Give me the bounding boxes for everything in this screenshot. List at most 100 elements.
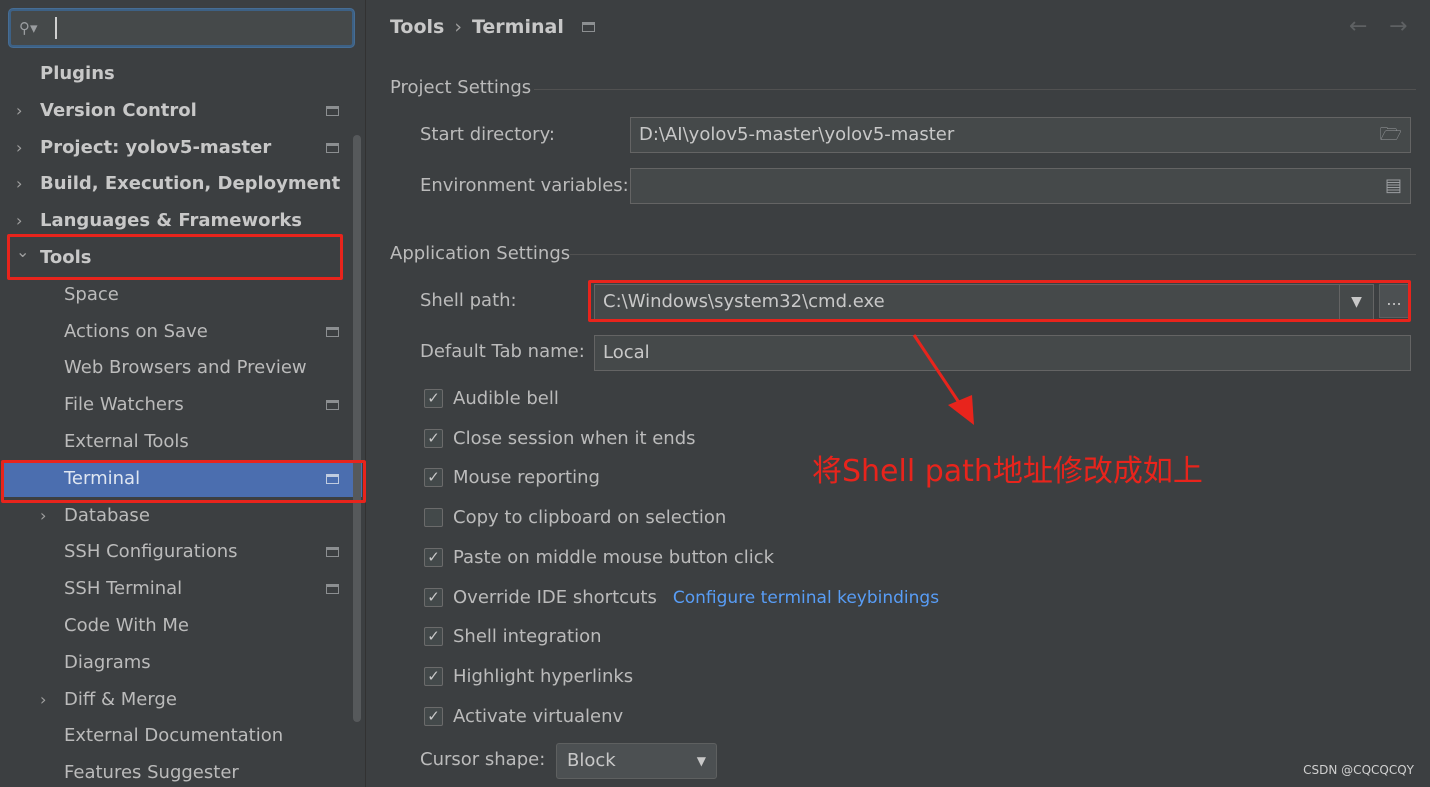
highlight-shell-path (588, 280, 1411, 322)
checkbox-label[interactable]: Override IDE shortcuts (453, 587, 657, 608)
search-input[interactable]: ⚲▾ (9, 9, 354, 47)
sidebar-item-label: External Documentation (64, 725, 284, 747)
checkbox-label[interactable]: Highlight hyperlinks (453, 666, 633, 687)
highlight-terminal (1, 460, 366, 503)
start-directory-value: D:\AI\yolov5-master\yolov5-master (639, 124, 955, 145)
sidebar-scrollbar[interactable] (353, 135, 361, 722)
highlight-tools (7, 234, 343, 280)
sidebar-item-label: Build, Execution, Deployment (40, 173, 341, 195)
sidebar-item[interactable]: Features Suggester (0, 755, 352, 787)
checkbox-label-wrap: Mouse reporting (453, 465, 600, 491)
sidebar-item[interactable]: File Watchers (0, 387, 352, 423)
sidebar-item[interactable]: External Tools (0, 424, 352, 460)
forward-arrow-icon[interactable]: → (1389, 14, 1407, 39)
breadcrumb: Tools › Terminal (390, 16, 595, 38)
folder-icon[interactable]: 🗁 (1380, 118, 1402, 152)
chevron-down-icon: ▼ (696, 754, 706, 768)
checkbox[interactable]: ✓ (424, 666, 443, 686)
project-scope-icon (326, 142, 339, 153)
application-settings-title: Application Settings (390, 243, 571, 264)
settings-content: Tools › Terminal ← → Project Settings Star… (366, 0, 1430, 787)
checkbox-label[interactable]: Copy to clipboard on selection (453, 507, 726, 528)
checkbox-label[interactable]: Mouse reporting (453, 467, 600, 488)
checkbox[interactable]: ✓ (424, 587, 443, 607)
project-scope-icon (326, 400, 339, 411)
sidebar-item[interactable]: External Documentation (0, 718, 352, 754)
checkbox-label-wrap: Copy to clipboard on selection (453, 505, 726, 531)
checkbox-label-wrap: Activate virtualenv (453, 704, 623, 730)
checkbox[interactable] (424, 508, 443, 528)
sidebar-item[interactable]: Plugins (0, 56, 352, 92)
sidebar-item[interactable]: › Build, Execution, Deployment (0, 166, 352, 202)
project-settings-title: Project Settings (390, 77, 532, 98)
environment-variables-field[interactable]: ▤ (630, 168, 1411, 204)
checkbox-label-wrap: Close session when it ends (453, 426, 696, 452)
cursor-shape-value: Block (567, 750, 616, 771)
chevron-right-icon[interactable]: › (16, 130, 32, 166)
checkbox[interactable]: ✓ (424, 706, 443, 726)
sidebar-item[interactable]: › Diff & Merge (0, 682, 352, 718)
document-icon[interactable]: ▤ (1385, 169, 1402, 203)
sidebar-item[interactable]: Code With Me (0, 608, 352, 644)
checkbox[interactable]: ✓ (424, 389, 443, 408)
project-scope-icon (326, 326, 339, 337)
project-scope-icon (326, 584, 339, 595)
sidebar-item-label: Version Control (40, 99, 197, 121)
sidebar-item[interactable]: › Version Control (0, 93, 352, 129)
sidebar-item-label: Plugins (40, 63, 115, 84)
back-arrow-icon[interactable]: ← (1349, 14, 1367, 39)
settings-sidebar: ⚲▾ Plugins › Version Control › Project: yolo… (0, 0, 366, 787)
sidebar-item-label: External Tools (64, 431, 189, 452)
section-divider (534, 89, 1416, 90)
sidebar-item[interactable]: SSH Terminal (0, 571, 352, 607)
sidebar-item-label: SSH Terminal (64, 578, 183, 600)
checkbox-label-wrap: Audible bell (453, 386, 559, 412)
chevron-right-icon[interactable]: › (40, 682, 56, 718)
annotation-text: 将Shell path地址修改成如上 (812, 454, 1203, 489)
sidebar-item[interactable]: Space (0, 277, 352, 313)
checkbox[interactable]: ✓ (424, 468, 443, 488)
checkbox-label-wrap: Paste on middle mouse button click (453, 545, 774, 571)
cursor-shape-label: Cursor shape: (420, 749, 546, 770)
chevron-right-icon[interactable]: › (16, 166, 32, 202)
checkbox-label-wrap: Shell integration (453, 624, 602, 650)
checkbox-label[interactable]: Close session when it ends (453, 428, 696, 449)
checkbox[interactable]: ✓ (424, 428, 443, 448)
annotation-arrow (912, 334, 974, 425)
sidebar-item-label: Space (64, 283, 119, 305)
sidebar-item-label: Code With Me (64, 615, 189, 636)
cursor-shape-select[interactable]: Block ▼ (556, 743, 717, 779)
sidebar-item[interactable]: Diagrams (0, 645, 352, 681)
sidebar-item[interactable]: SSH Configurations (0, 534, 352, 570)
chevron-right-icon[interactable]: › (16, 93, 32, 129)
checkbox-label[interactable]: Shell integration (453, 626, 602, 647)
search-icon: ⚲▾ (19, 19, 38, 37)
sidebar-item-label: Project: yolov5-master (40, 136, 272, 158)
sidebar-item-label: SSH Configurations (64, 541, 238, 563)
sidebar-item[interactable]: Web Browsers and Preview (0, 350, 352, 386)
default-tab-name-value: Local (603, 342, 650, 363)
configure-keybindings-link[interactable]: Configure terminal keybindings (673, 588, 939, 608)
checkbox-label-wrap: Override IDE shortcuts Configure terminal… (453, 585, 939, 611)
environment-variables-label: Environment variables: (420, 175, 629, 196)
checkbox[interactable]: ✓ (424, 547, 443, 567)
project-scope-icon (326, 547, 339, 558)
shell-path-label: Shell path: (420, 290, 517, 311)
sidebar-item[interactable]: › Project: yolov5-master (0, 130, 352, 166)
checkbox[interactable]: ✓ (424, 627, 443, 647)
watermark: CSDN @CQCQCQY (1303, 763, 1414, 777)
checkbox-label[interactable]: Audible bell (453, 388, 559, 409)
default-tab-name-field[interactable]: Local (594, 335, 1411, 371)
checkbox-label[interactable]: Paste on middle mouse button click (453, 547, 774, 568)
project-scope-icon (326, 105, 339, 116)
start-directory-field[interactable]: D:\AI\yolov5-master\yolov5-master 🗁 (630, 117, 1411, 153)
checkbox-label-wrap: Highlight hyperlinks (453, 664, 633, 690)
checkbox-label[interactable]: Activate virtualenv (453, 706, 623, 727)
sidebar-item-label: File Watchers (64, 394, 184, 416)
sidebar-item-label: Actions on Save (64, 320, 208, 342)
sidebar-item-label: Web Browsers and Preview (64, 357, 307, 379)
section-divider (570, 254, 1416, 255)
breadcrumb-parent[interactable]: Tools (390, 16, 444, 38)
breadcrumb-current: Terminal (471, 16, 564, 38)
sidebar-item[interactable]: Actions on Save (0, 314, 352, 350)
